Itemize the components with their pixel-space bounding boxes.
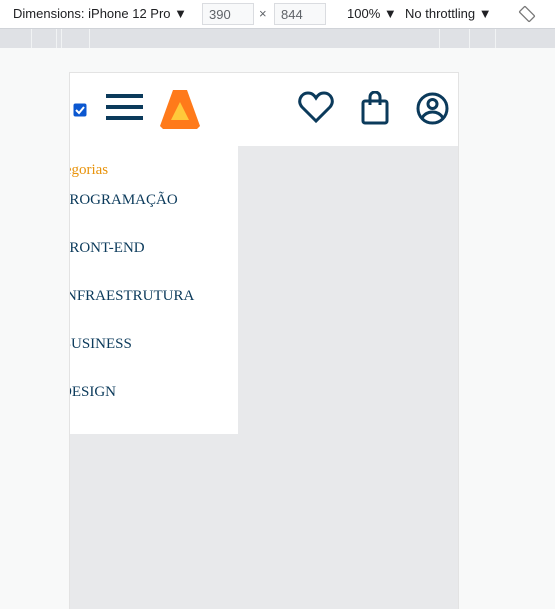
rotate-icon[interactable] — [518, 5, 536, 23]
media-query-bar — [0, 29, 555, 48]
menu-checkbox[interactable] — [73, 103, 87, 117]
throttling-select[interactable]: No throttling ▼ — [405, 6, 492, 21]
width-input[interactable]: 390 — [202, 3, 254, 25]
menu-item-infraestrutura[interactable]: INFRAESTRUTURA — [70, 288, 194, 305]
menu-item-design[interactable]: DESIGN — [70, 384, 116, 401]
device-viewport: Categorias PROGRAMAÇÃO FRONT-END INFRAES… — [69, 72, 459, 609]
height-input[interactable]: 844 — [274, 3, 326, 25]
hamburger-menu-icon[interactable] — [106, 94, 143, 121]
zoom-select[interactable]: 100% ▼ — [347, 6, 397, 21]
shopping-bag-icon[interactable] — [361, 91, 389, 125]
site-header — [70, 72, 458, 146]
devtools-toolbar: Dimensions: iPhone 12 Pro ▼ 390 × 844 10… — [0, 0, 555, 29]
logo[interactable] — [159, 88, 201, 130]
user-account-icon[interactable] — [416, 92, 449, 125]
menu-item-business[interactable]: BUSINESS — [70, 336, 132, 353]
categories-menu: Categorias PROGRAMAÇÃO FRONT-END INFRAES… — [70, 146, 238, 434]
times-sign: × — [259, 6, 267, 21]
categories-title: Categorias — [70, 162, 109, 178]
menu-item-front-end[interactable]: FRONT-END — [70, 240, 145, 257]
menu-item-programacao[interactable]: PROGRAMAÇÃO — [70, 192, 178, 209]
device-dimensions-select[interactable]: Dimensions: iPhone 12 Pro ▼ — [13, 6, 187, 21]
heart-icon[interactable] — [298, 91, 334, 123]
